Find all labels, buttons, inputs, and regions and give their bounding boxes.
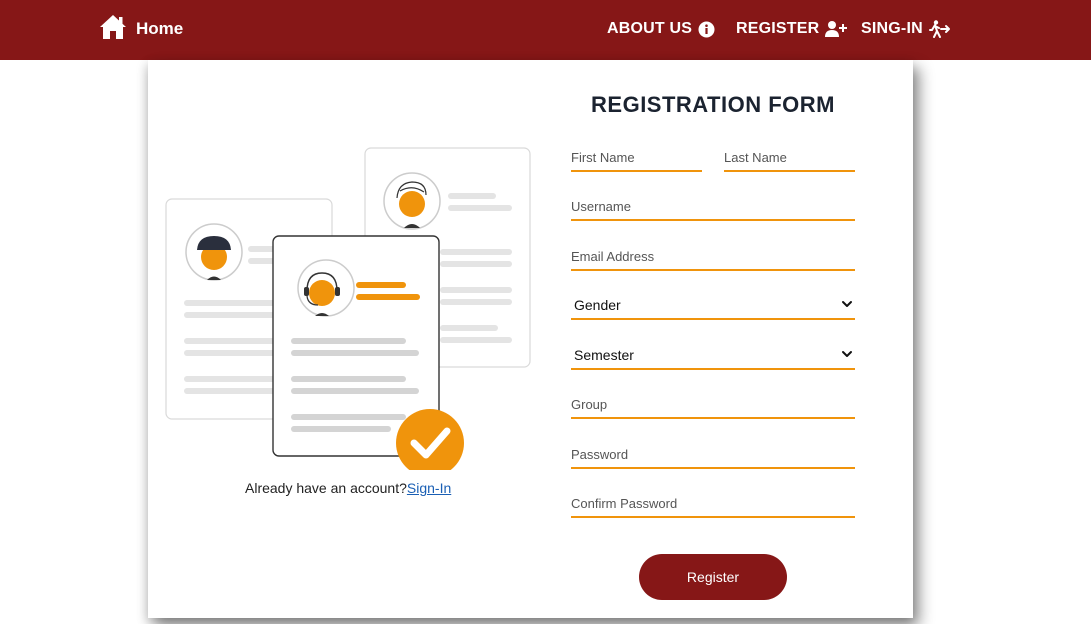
nav-home-label: Home [136,19,184,38]
confirm-password-placeholder: Confirm Password [571,496,678,511]
registration-illustration [160,140,540,477]
password-placeholder: Password [571,447,629,462]
nav-sign-in[interactable]: SING-IN [861,18,951,40]
email-field[interactable]: Email Address [571,243,855,271]
semester-selected-value: Semester [574,347,634,363]
last-name-field[interactable]: Last Name [724,144,855,172]
form-title: REGISTRATION FORM [591,92,835,117]
nav-register[interactable]: REGISTER [736,18,848,40]
person-walking-arrow-icon [928,20,951,38]
first-name-placeholder: First Name [571,150,635,165]
nav-sign-in-label: SING-IN [861,20,923,37]
nav-home-link[interactable]: Home [98,13,183,45]
group-placeholder: Group [571,397,608,412]
group-field[interactable]: Group [571,391,855,419]
chevron-down-icon [841,297,853,313]
gender-select[interactable]: Gender [571,292,855,320]
last-name-placeholder: Last Name [724,150,787,165]
user-plus-icon [825,20,848,38]
confirm-password-field[interactable]: Confirm Password [571,490,855,518]
nav-about-us-label: ABOUT US [607,20,693,37]
home-icon [98,12,128,47]
nav-about-us[interactable]: ABOUT US [607,18,715,40]
signin-prompt: Already have an account?Sign-In [245,480,451,496]
chevron-down-icon [841,347,853,363]
first-name-field[interactable]: First Name [571,144,702,172]
password-field[interactable]: Password [571,441,855,469]
nav-register-label: REGISTER [736,20,820,37]
register-button[interactable]: Register [639,554,787,600]
username-placeholder: Username [571,199,631,214]
semester-select[interactable]: Semester [571,342,855,370]
info-circle-icon [698,21,715,38]
username-field[interactable]: Username [571,193,855,221]
gender-selected-value: Gender [574,297,621,313]
email-placeholder: Email Address [571,249,655,264]
signin-prompt-text: Already have an account? [245,480,407,496]
top-navbar: Home ABOUT US REGISTER SING-IN [0,0,1091,60]
sign-in-link[interactable]: Sign-In [407,480,451,496]
